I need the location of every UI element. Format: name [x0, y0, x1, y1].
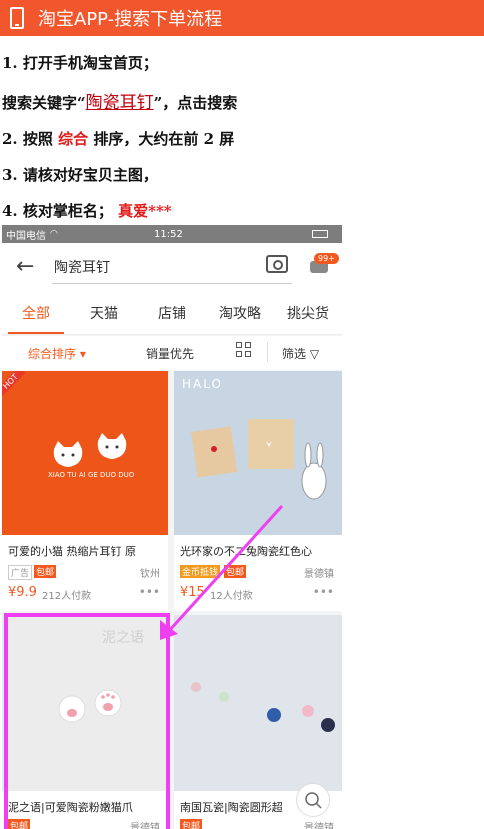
price: ¥9.9 — [8, 585, 37, 600]
rabbit-earrings-illustration — [191, 419, 327, 500]
category-tabs: 全部 天猫 店铺 淘攻略 挑尖货 — [2, 295, 342, 335]
filter-label: 筛选 — [282, 347, 307, 361]
search-input[interactable]: 陶瓷耳钉 — [54, 257, 110, 277]
shop-name-highlight: 真爱*** — [118, 202, 172, 220]
status-bar: 中国电信 ◠ 11:52 — [2, 225, 342, 243]
highlight-box — [4, 613, 170, 829]
ad-tag: 广告 — [8, 565, 33, 580]
step-check-image: 3. 请核对好宝贝主图， — [2, 166, 158, 184]
location: 景德镇 — [304, 569, 334, 580]
image-caption: HALO — [182, 377, 223, 391]
filter-icon: ▽ — [306, 347, 320, 361]
tab-premium[interactable]: 挑尖货 — [274, 295, 342, 334]
product-image[interactable]: HOT XIAO TU AI GE DUO DUO — [2, 371, 168, 535]
keyword-link[interactable]: 陶瓷耳钉 — [86, 93, 154, 113]
stud-earrings-illustration — [191, 682, 335, 732]
product-title[interactable]: 南国瓦瓷|陶瓷圆形超 — [180, 799, 283, 815]
price: ¥15 — [180, 585, 205, 600]
step-sort: 2. 按照 综合 排序，大约在前 2 屏 — [2, 128, 234, 149]
product-image[interactable]: HALO — [174, 371, 342, 535]
filter-button[interactable]: 筛选 ▽ — [282, 345, 319, 362]
header-banner: 淘宝APP-搜索下单流程 — [0, 0, 484, 36]
sort-divider — [267, 342, 268, 362]
step-3-prefix: 2. 按照 — [2, 130, 59, 148]
step-3-suffix: 排序，大约在前 2 屏 — [88, 130, 235, 148]
tab-shops[interactable]: 店铺 — [138, 295, 206, 334]
grid-view-icon[interactable] — [236, 342, 252, 358]
step-2-prefix: 搜索关键字“ — [2, 94, 86, 112]
free-shipping-tag: 包邮 — [180, 819, 203, 829]
camera-icon[interactable] — [266, 255, 288, 273]
sold-count: 12人付款 — [210, 591, 253, 602]
banner-title: 淘宝APP-搜索下单流程 — [38, 9, 223, 30]
page: 淘宝APP-搜索下单流程 1. 打开手机淘宝首页； 搜索关键字“陶瓷耳钉”，点击… — [0, 0, 484, 829]
tab-guides[interactable]: 淘攻略 — [206, 295, 274, 334]
floating-action-button[interactable] — [296, 783, 330, 817]
sort-highlight: 综合 — [58, 130, 89, 148]
image-caption: XIAO TU AI GE DUO DUO — [48, 471, 135, 479]
sort-sales[interactable]: 销量优先 — [146, 345, 194, 362]
coin-tag: 金币抵钱 — [180, 565, 221, 578]
cat-earrings-illustration — [53, 433, 127, 467]
step-check-shop: 4. 核对掌柜名； 真爱*** — [2, 200, 172, 221]
product-card[interactable]: HALO 光环家の不二兔陶瓷红色心 金币抵钱 包邮 景德镇 ¥15 12人付款 … — [174, 371, 342, 611]
search-bar: ← 陶瓷耳钉 99+ — [2, 243, 342, 295]
location: 钦州 — [140, 569, 160, 580]
step-2-suffix: ”，点击搜索 — [153, 94, 238, 112]
product-card[interactable]: HOT XIAO TU AI GE DUO DUO 可爱的小猫 热缩片耳钉 原 … — [2, 371, 168, 611]
step-1: 1. 打开手机淘宝首页； — [2, 54, 158, 72]
carrier-label: 中国电信 — [6, 230, 46, 242]
product-image[interactable] — [174, 615, 342, 791]
step-5-prefix: 4. 核对掌柜名； — [2, 202, 119, 220]
wifi-icon: ◠ — [50, 229, 58, 239]
sort-comprehensive[interactable]: 综合排序 ▾ — [28, 345, 86, 362]
product-title[interactable]: 可爱的小猫 热缩片耳钉 原 — [8, 543, 136, 559]
refresh-search-icon — [305, 792, 322, 809]
message-icon[interactable]: 99+ — [308, 253, 339, 275]
more-icon[interactable]: ••• — [139, 585, 160, 599]
sort-bar: 综合排序 ▾ 销量优先 筛选 ▽ — [2, 336, 342, 370]
tab-all[interactable]: 全部 — [2, 295, 70, 334]
location: 景德镇 — [304, 823, 334, 829]
search-underline — [52, 283, 292, 284]
product-title[interactable]: 光环家の不二兔陶瓷红色心 — [180, 543, 312, 559]
phone-icon — [10, 7, 24, 29]
step-search-keyword: 搜索关键字“陶瓷耳钉”，点击搜索 — [2, 88, 237, 113]
sold-count: 212人付款 — [42, 591, 92, 602]
free-shipping-tag: 包邮 — [34, 565, 57, 578]
message-badge: 99+ — [314, 253, 339, 264]
more-icon[interactable]: ••• — [313, 585, 334, 599]
battery-icon — [312, 230, 328, 238]
tab-tmall[interactable]: 天猫 — [70, 295, 138, 334]
status-time: 11:52 — [154, 228, 183, 240]
back-arrow-icon[interactable]: ← — [16, 255, 40, 279]
free-shipping-tag: 包邮 — [224, 565, 247, 578]
